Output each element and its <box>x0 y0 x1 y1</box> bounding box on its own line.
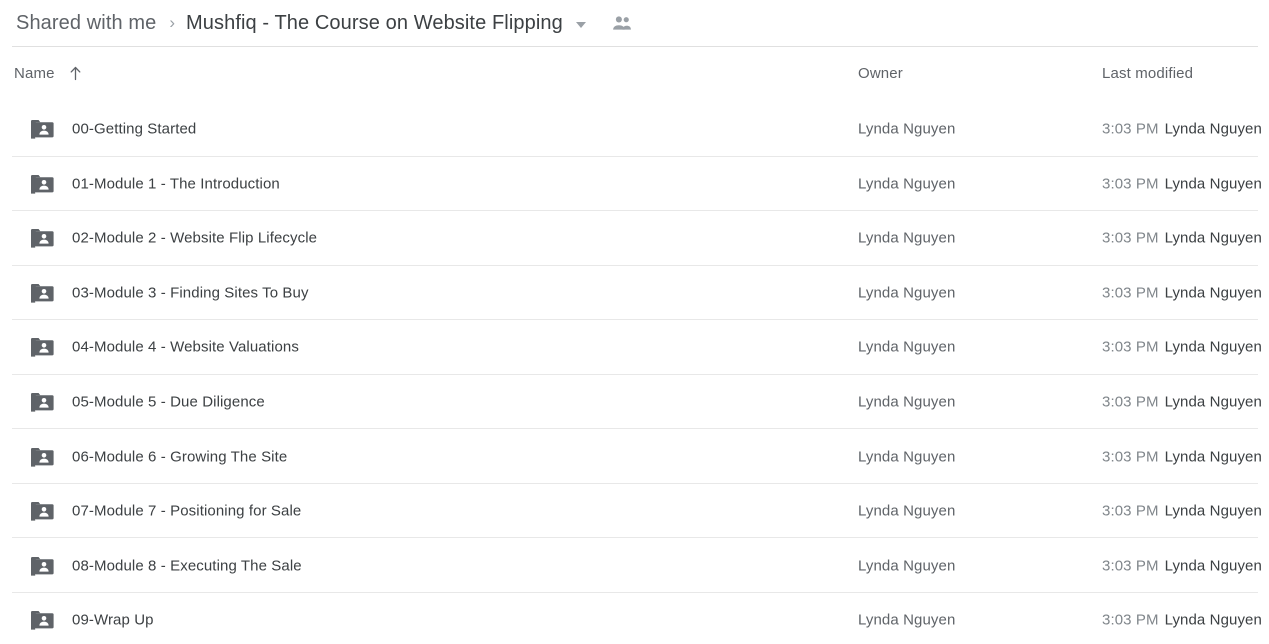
file-last-modified: 3:03 PM Lynda Nguyen <box>1102 394 1262 411</box>
table-row[interactable]: 05-Module 5 - Due Diligence Lynda Nguyen 3… <box>0 375 1269 430</box>
file-last-modified: 3:03 PM Lynda Nguyen <box>1102 448 1262 465</box>
file-owner: Lynda Nguyen <box>858 557 956 575</box>
file-name[interactable]: 04-Module 4 - Website Valuations <box>72 339 299 356</box>
table-row[interactable]: 08-Module 8 - Executing The Sale Lynda Ng… <box>0 538 1269 593</box>
last-modified-by: Lynda Nguyen <box>1164 284 1262 302</box>
shared-folder-icon <box>30 227 56 249</box>
last-modified-by: Lynda Nguyen <box>1164 502 1262 520</box>
shared-folder-icon <box>30 609 56 631</box>
file-owner: Lynda Nguyen <box>858 611 956 629</box>
file-name[interactable]: 05-Module 5 - Due Diligence <box>72 394 265 411</box>
file-name[interactable]: 08-Module 8 - Executing The Sale <box>72 557 302 574</box>
file-last-modified: 3:03 PM Lynda Nguyen <box>1102 121 1262 138</box>
shared-folder-icon <box>30 118 56 140</box>
shared-folder-icon <box>30 173 56 195</box>
last-modified-by: Lynda Nguyen <box>1164 448 1262 466</box>
breadcrumb-current-folder[interactable]: Mushfiq - The Course on Website Flipping <box>186 12 563 35</box>
file-name[interactable]: 09-Wrap Up <box>72 612 154 629</box>
file-last-modified: 3:03 PM Lynda Nguyen <box>1102 339 1262 356</box>
last-modified-time: 3:03 PM <box>1102 502 1159 520</box>
shared-folder-icon <box>30 555 56 577</box>
table-row[interactable]: 07-Module 7 - Positioning for Sale Lynda … <box>0 484 1269 539</box>
drive-file-browser: Shared with me › Mushfiq - The Course on… <box>0 0 1269 644</box>
column-header-row: Name Owner Last modified <box>0 47 1269 102</box>
file-name[interactable]: 07-Module 7 - Positioning for Sale <box>72 503 301 520</box>
last-modified-time: 3:03 PM <box>1102 229 1159 247</box>
column-header-name[interactable]: Name <box>14 65 82 82</box>
breadcrumb: Shared with me › Mushfiq - The Course on… <box>0 0 1269 46</box>
shared-folder-icon <box>30 336 56 358</box>
file-owner: Lynda Nguyen <box>858 448 956 466</box>
breadcrumb-separator-icon: › <box>169 12 176 32</box>
file-name[interactable]: 01-Module 1 - The Introduction <box>72 175 280 192</box>
file-owner: Lynda Nguyen <box>858 229 956 247</box>
file-owner: Lynda Nguyen <box>858 284 956 302</box>
table-row[interactable]: 01-Module 1 - The Introduction Lynda Nguy… <box>0 157 1269 212</box>
column-header-last-modified[interactable]: Last modified <box>1102 65 1193 82</box>
last-modified-time: 3:03 PM <box>1102 611 1159 629</box>
shared-folder-icon <box>30 282 56 304</box>
table-row[interactable]: 04-Module 4 - Website Valuations Lynda Ng… <box>0 320 1269 375</box>
file-last-modified: 3:03 PM Lynda Nguyen <box>1102 175 1262 192</box>
arrow-up-icon[interactable] <box>69 66 82 81</box>
chevron-down-icon[interactable] <box>575 21 586 28</box>
table-row[interactable]: 03-Module 3 - Finding Sites To Buy Lynda … <box>0 266 1269 321</box>
file-owner: Lynda Nguyen <box>858 338 956 356</box>
table-row[interactable]: 06-Module 6 - Growing The Site Lynda Nguy… <box>0 429 1269 484</box>
last-modified-by: Lynda Nguyen <box>1164 120 1262 138</box>
last-modified-by: Lynda Nguyen <box>1164 229 1262 247</box>
last-modified-time: 3:03 PM <box>1102 175 1159 193</box>
shared-folder-icon <box>30 391 56 413</box>
last-modified-time: 3:03 PM <box>1102 393 1159 411</box>
table-row[interactable]: 02-Module 2 - Website Flip Lifecycle Lynd… <box>0 211 1269 266</box>
file-owner: Lynda Nguyen <box>858 120 956 138</box>
file-last-modified: 3:03 PM Lynda Nguyen <box>1102 230 1262 247</box>
file-last-modified: 3:03 PM Lynda Nguyen <box>1102 557 1262 574</box>
table-row[interactable]: 09-Wrap Up Lynda Nguyen 3:03 PM Lynda Nguye… <box>0 593 1269 644</box>
last-modified-by: Lynda Nguyen <box>1164 338 1262 356</box>
last-modified-time: 3:03 PM <box>1102 448 1159 466</box>
file-owner: Lynda Nguyen <box>858 502 956 520</box>
column-header-name-label: Name <box>14 65 55 82</box>
last-modified-by: Lynda Nguyen <box>1164 557 1262 575</box>
last-modified-by: Lynda Nguyen <box>1164 611 1262 629</box>
file-owner: Lynda Nguyen <box>858 393 956 411</box>
column-header-owner[interactable]: Owner <box>858 65 903 82</box>
file-last-modified: 3:03 PM Lynda Nguyen <box>1102 612 1262 629</box>
last-modified-time: 3:03 PM <box>1102 284 1159 302</box>
shared-folder-icon <box>30 446 56 468</box>
file-list: 00-Getting Started Lynda Nguyen 3:03 PM Lyn… <box>0 102 1269 644</box>
file-name[interactable]: 03-Module 3 - Finding Sites To Buy <box>72 284 309 301</box>
breadcrumb-parent-shared-with-me[interactable]: Shared with me <box>16 12 156 35</box>
file-last-modified: 3:03 PM Lynda Nguyen <box>1102 503 1262 520</box>
table-row[interactable]: 00-Getting Started Lynda Nguyen 3:03 PM Lyn… <box>0 102 1269 157</box>
file-name[interactable]: 00-Getting Started <box>72 121 196 138</box>
people-icon[interactable] <box>611 15 633 31</box>
last-modified-by: Lynda Nguyen <box>1164 175 1262 193</box>
last-modified-by: Lynda Nguyen <box>1164 393 1262 411</box>
file-name[interactable]: 02-Module 2 - Website Flip Lifecycle <box>72 230 317 247</box>
last-modified-time: 3:03 PM <box>1102 120 1159 138</box>
file-owner: Lynda Nguyen <box>858 175 956 193</box>
file-last-modified: 3:03 PM Lynda Nguyen <box>1102 284 1262 301</box>
last-modified-time: 3:03 PM <box>1102 557 1159 575</box>
shared-folder-icon <box>30 500 56 522</box>
file-name[interactable]: 06-Module 6 - Growing The Site <box>72 448 287 465</box>
last-modified-time: 3:03 PM <box>1102 338 1159 356</box>
